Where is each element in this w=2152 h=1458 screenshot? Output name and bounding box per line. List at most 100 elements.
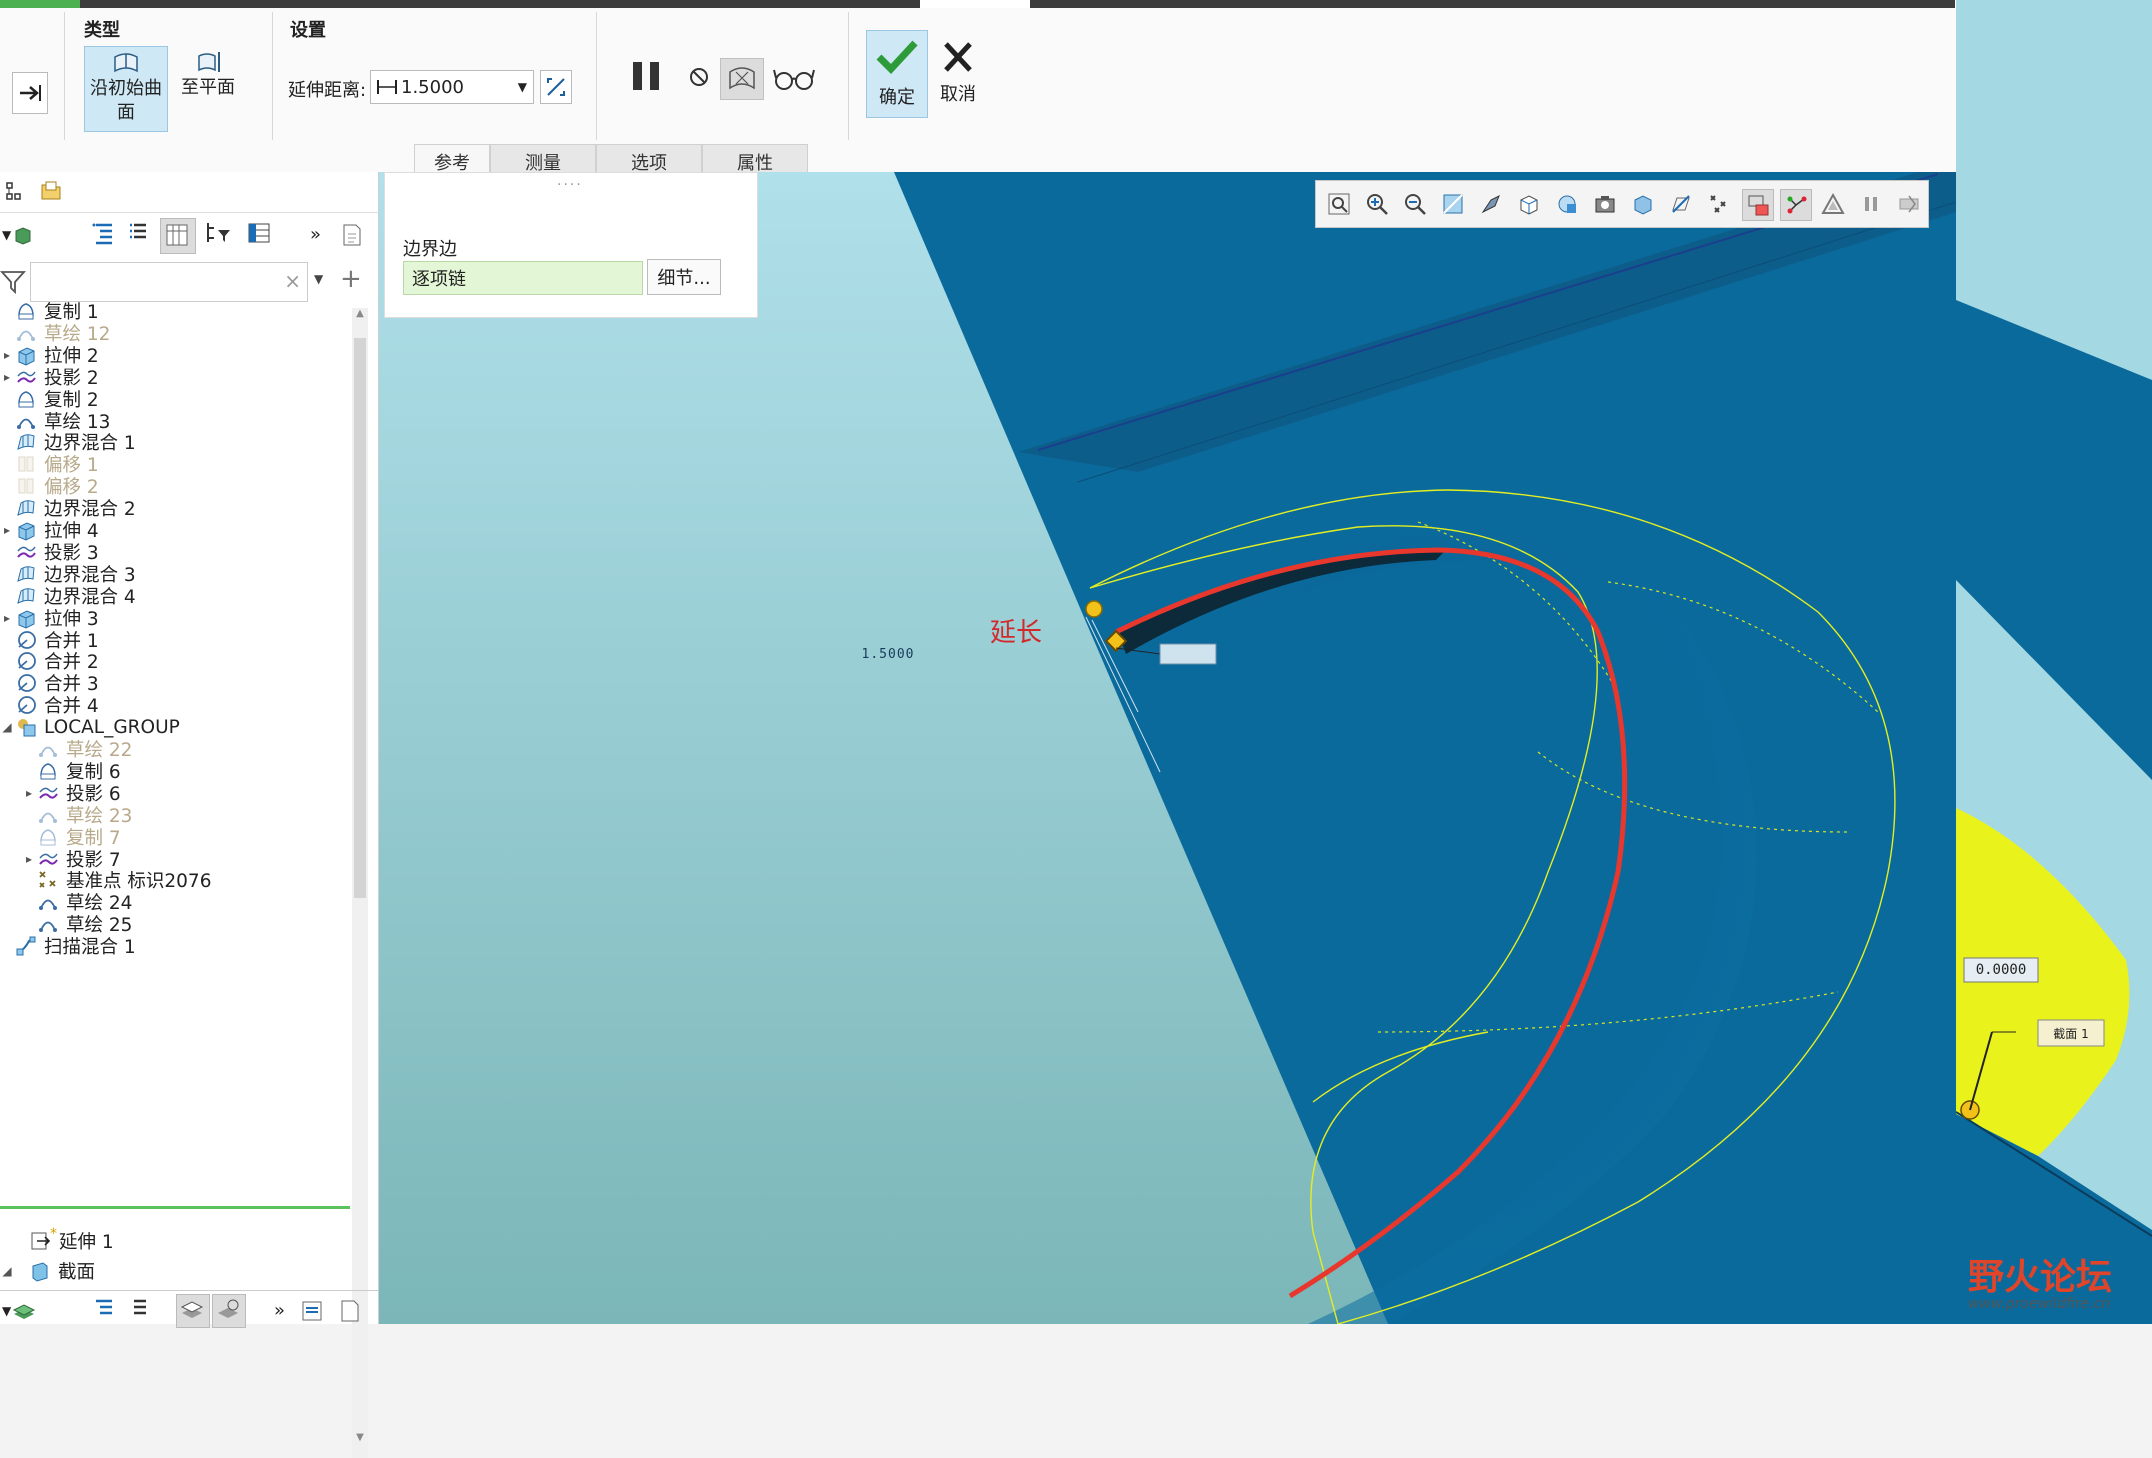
model-tree-tab[interactable]: [0, 176, 30, 206]
part-icon: [15, 227, 31, 245]
show-columns-button[interactable]: [246, 220, 276, 250]
model-graphics[interactable]: [378, 172, 1956, 1324]
annotation-display-button[interactable]: [1742, 189, 1774, 221]
flip-view-button[interactable]: [1894, 189, 1924, 219]
expand-triangle-icon[interactable]: ▸: [0, 348, 14, 362]
expand-triangle-icon[interactable]: ▸: [22, 786, 36, 800]
tree-scrollbar[interactable]: ▲ ▼: [352, 308, 368, 1458]
pause-regen-button[interactable]: [1856, 189, 1886, 219]
saved-orientations-button[interactable]: [1514, 189, 1544, 219]
ok-label: 确定: [879, 87, 915, 108]
geometry-preview-button[interactable]: [720, 58, 764, 100]
watermark-url: www.proewildfire.cn: [1968, 1296, 2111, 1312]
spin-center-button[interactable]: [1818, 189, 1848, 219]
section-button[interactable]: [1628, 189, 1658, 219]
repaint-button[interactable]: [1438, 189, 1468, 219]
details-button[interactable]: 细节...: [647, 259, 721, 295]
divider: [0, 212, 378, 213]
dimension-tag-box[interactable]: [1159, 643, 1217, 665]
dimension-tag[interactable]: 1.5000: [860, 644, 916, 664]
tree-columns-button[interactable]: [160, 218, 196, 254]
scroll-up-icon[interactable]: ▲: [354, 308, 366, 322]
cube-icon: [1520, 195, 1538, 215]
chevron-down-icon[interactable]: ▼: [314, 272, 323, 286]
collapse-all-button[interactable]: [126, 220, 156, 250]
expand-all-button[interactable]: [90, 220, 120, 250]
camera-icon: [1595, 196, 1615, 213]
cancel-button[interactable]: 取消: [932, 30, 984, 116]
insert-here-bar[interactable]: [0, 1206, 350, 1209]
drag-handle[interactable]: [1085, 600, 1103, 618]
expand-triangle-icon[interactable]: ▸: [0, 523, 14, 537]
zoom-out-button[interactable]: [1400, 189, 1430, 219]
collapse-all-button-2[interactable]: [126, 1296, 156, 1326]
more-icon[interactable]: »: [274, 1300, 285, 1321]
along-initial-surface-button[interactable]: 沿初始曲面: [84, 46, 168, 132]
view-toolbar: [1315, 180, 1929, 228]
list-icon: [96, 1299, 112, 1315]
close-icon: [944, 42, 972, 72]
tree-item-extend[interactable]: * 延伸 1: [0, 1226, 350, 1256]
plane-display-button[interactable]: [1666, 189, 1696, 219]
expand-triangle-icon[interactable]: ▸: [0, 611, 14, 625]
divider: [0, 1290, 378, 1291]
point-display-button[interactable]: [1704, 189, 1734, 219]
chevron-down-icon[interactable]: ▼: [518, 80, 527, 94]
scroll-down-icon[interactable]: ▼: [354, 1432, 366, 1446]
more-icon[interactable]: »: [310, 224, 321, 245]
add-filter-icon[interactable]: +: [340, 264, 362, 294]
expand-triangle-icon[interactable]: ▸: [0, 370, 14, 384]
extend-dashboard: 类型 沿初始曲面 至平面 设置 延伸距离: 1.5000 ▼ 确定 取消 参考 …: [0, 8, 1010, 180]
tree-item-section[interactable]: ◢ 截面: [0, 1256, 350, 1286]
ok-button[interactable]: 确定: [866, 30, 928, 118]
expand-triangle-icon[interactable]: ▸: [22, 852, 36, 866]
filter-button[interactable]: [0, 268, 27, 298]
layer-settings-button[interactable]: ▼: [2, 1296, 52, 1326]
scrollbar-thumb[interactable]: [354, 338, 366, 898]
expand-all-button-2[interactable]: [90, 1296, 120, 1326]
graphics-viewport[interactable]: 1.5000 延长: [378, 172, 1956, 1324]
datum-point-icon: [1710, 195, 1726, 213]
perspective-button[interactable]: [1590, 189, 1620, 219]
collapse-triangle-icon[interactable]: ◢: [0, 720, 14, 734]
layer-display-button[interactable]: [176, 1294, 210, 1328]
expand-triangle-icon[interactable]: ◢: [0, 1264, 14, 1278]
view-manager-button[interactable]: [1552, 189, 1582, 219]
refit-button[interactable]: [1324, 189, 1354, 219]
boundary-chain-collector[interactable]: 逐项链: [403, 261, 643, 295]
secondary-graphics[interactable]: [1956, 0, 2152, 1324]
flip-direction-button[interactable]: [540, 70, 572, 104]
display-style-button[interactable]: [1476, 189, 1506, 219]
display-style-icon: [1481, 194, 1500, 214]
section-tag[interactable]: 截面 1: [2038, 1020, 2104, 1046]
csys-display-button[interactable]: [1780, 189, 1812, 221]
layer-hide-icon: [218, 1299, 239, 1318]
repaint-icon: [1443, 194, 1463, 214]
view-manager-icon: [1558, 195, 1576, 213]
type-group-title: 类型: [84, 20, 120, 41]
tree-filter-button[interactable]: [204, 220, 234, 250]
title-bar-segment: [1030, 0, 1955, 8]
pause-button[interactable]: [626, 56, 666, 96]
no-preview-button[interactable]: [684, 62, 714, 92]
layer-tree-tab[interactable]: [36, 176, 66, 206]
grid-columns-icon: [248, 223, 270, 243]
to-plane-button[interactable]: 至平面: [170, 46, 246, 130]
clear-icon[interactable]: ×: [284, 269, 301, 293]
panel-grip[interactable]: ····: [557, 177, 583, 193]
tree-item[interactable]: 扫描混合 1: [0, 931, 350, 961]
csys-icon: [1787, 196, 1807, 214]
extend-distance-input[interactable]: 1.5000 ▼: [370, 70, 534, 104]
divider: [848, 12, 849, 140]
dashboard-expand-button[interactable]: [12, 72, 48, 114]
dimension-tag-2[interactable]: 0.0000: [1964, 958, 2038, 982]
verify-mode-button[interactable]: [772, 62, 816, 96]
list-icon: [92, 223, 112, 245]
secondary-viewport[interactable]: 0.0000 截面 1 野火论坛 www.proewildfire.cn: [1956, 0, 2152, 1324]
active-indicator: [0, 0, 80, 8]
layer-hide-button[interactable]: [212, 1294, 246, 1328]
zoom-in-button[interactable]: [1362, 189, 1392, 219]
tree-settings-button[interactable]: ▼: [2, 220, 48, 250]
tree-notes-button[interactable]: [340, 222, 370, 252]
divider: [596, 12, 597, 140]
